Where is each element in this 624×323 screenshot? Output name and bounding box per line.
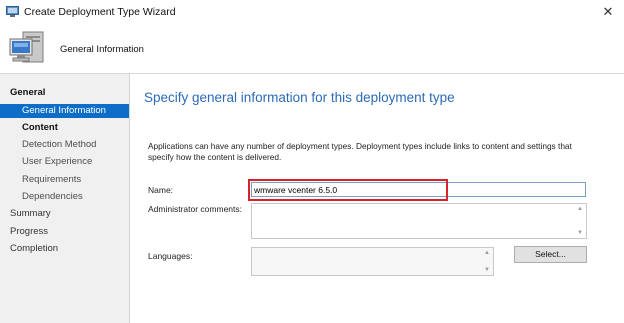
nav-item-completion[interactable]: Completion bbox=[0, 242, 129, 256]
wizard-header: General Information bbox=[0, 25, 624, 74]
header-title: General Information bbox=[60, 44, 144, 55]
window-title: Create Deployment Type Wizard bbox=[24, 6, 176, 18]
languages-list[interactable]: ▲ ▼ bbox=[251, 247, 494, 276]
languages-label: Languages: bbox=[148, 251, 193, 261]
nav-item-general-information[interactable]: General Information bbox=[0, 104, 129, 118]
nav-item-detection-method[interactable]: Detection Method bbox=[0, 138, 129, 152]
description-text: Applications can have any number of depl… bbox=[148, 141, 572, 162]
scroll-up-icon[interactable]: ▲ bbox=[484, 250, 490, 256]
admin-comments-field[interactable]: ▲ ▼ bbox=[251, 203, 587, 239]
scroll-down-icon[interactable]: ▼ bbox=[577, 230, 583, 236]
nav-item-dependencies[interactable]: Dependencies bbox=[0, 190, 129, 204]
nav-item-general[interactable]: General bbox=[0, 86, 129, 100]
nav-item-user-experience[interactable]: User Experience bbox=[0, 155, 129, 169]
scroll-down-icon[interactable]: ▼ bbox=[484, 267, 490, 273]
scroll-up-icon[interactable]: ▲ bbox=[577, 206, 583, 212]
nav-item-requirements[interactable]: Requirements bbox=[0, 173, 129, 187]
title-bar: Create Deployment Type Wizard ✕ bbox=[0, 0, 624, 25]
close-button[interactable]: ✕ bbox=[596, 2, 620, 22]
name-label: Name: bbox=[148, 185, 174, 195]
wizard-nav: General General Information Content Dete… bbox=[0, 74, 130, 323]
nav-item-summary[interactable]: Summary bbox=[0, 207, 129, 221]
nav-item-content[interactable]: Content bbox=[0, 121, 129, 135]
computer-icon bbox=[9, 31, 44, 63]
name-input[interactable] bbox=[251, 182, 586, 197]
page-heading: Specify general information for this dep… bbox=[144, 90, 455, 105]
nav-item-progress[interactable]: Progress bbox=[0, 225, 129, 239]
close-icon: ✕ bbox=[602, 4, 614, 19]
main-panel: Specify general information for this dep… bbox=[130, 74, 624, 323]
select-languages-button[interactable]: Select... bbox=[514, 246, 587, 263]
wizard-app-icon bbox=[6, 6, 19, 17]
admin-comments-label: Administrator comments: bbox=[148, 204, 242, 214]
